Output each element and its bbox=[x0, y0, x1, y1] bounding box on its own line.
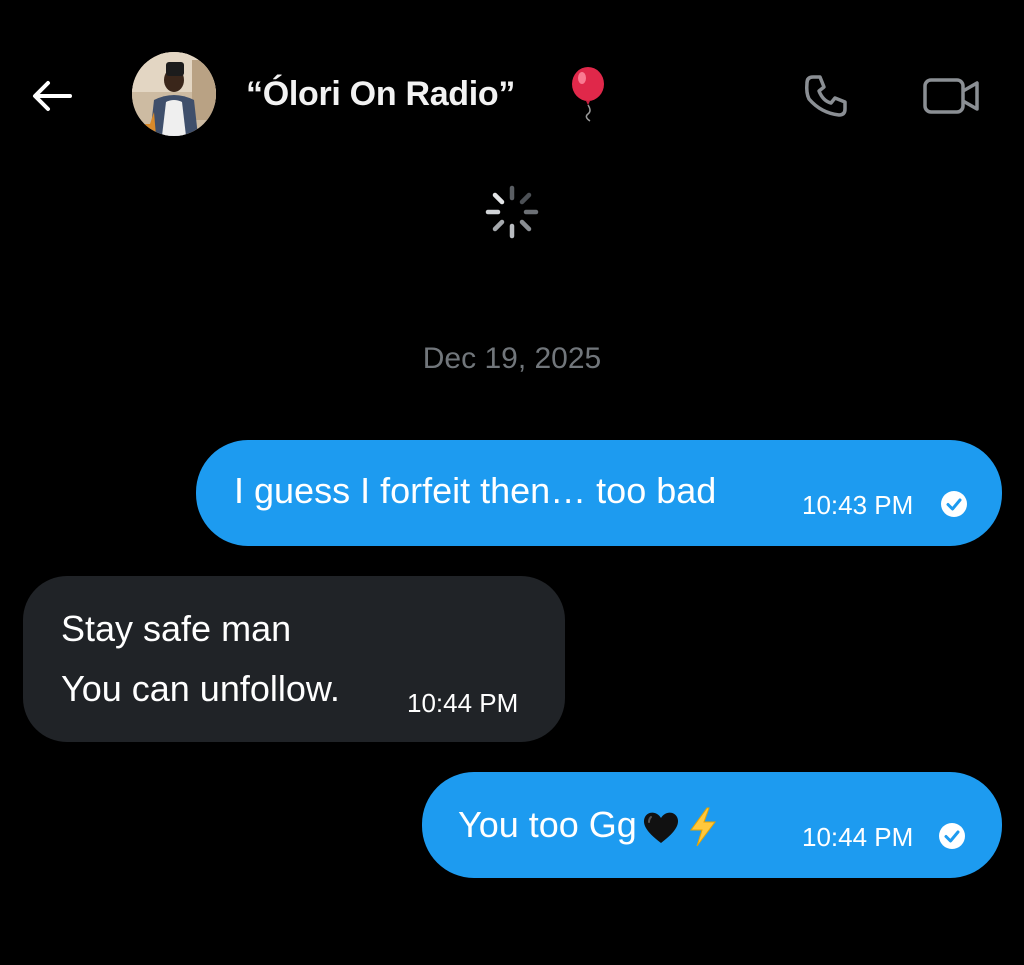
sent-message-bubble[interactable]: I guess I forfeit then… too bad 10:43 PM bbox=[196, 440, 1002, 546]
lightning-icon bbox=[689, 807, 716, 847]
message-text-line: You can unfollow. bbox=[61, 668, 340, 709]
back-button[interactable] bbox=[26, 70, 78, 122]
back-arrow-icon bbox=[33, 81, 72, 111]
read-check-icon bbox=[939, 823, 965, 849]
black-heart-icon bbox=[643, 813, 678, 844]
message-text: You too Gg bbox=[458, 804, 637, 845]
loading-spinner-icon bbox=[485, 185, 539, 239]
conversation-header: “Ólori On Radio” bbox=[0, 0, 1024, 190]
date-separator: Dec 19, 2025 bbox=[422, 342, 602, 375]
call-button[interactable] bbox=[798, 70, 854, 122]
received-message-bubble[interactable]: Stay safe man You can unfollow. 10:44 PM bbox=[23, 576, 565, 742]
conversation-title[interactable]: “Ólori On Radio” bbox=[246, 72, 515, 116]
read-check-icon bbox=[941, 491, 967, 517]
message-text: I guess I forfeit then… too bad bbox=[234, 470, 717, 511]
sent-message-bubble[interactable]: You too Gg 10:44 PM bbox=[422, 772, 1002, 878]
message-timestamp: 10:44 PM bbox=[407, 688, 519, 718]
message-timestamp: 10:43 PM bbox=[802, 490, 914, 520]
message-text-line: Stay safe man bbox=[61, 608, 292, 649]
message-content: You too Gg bbox=[458, 804, 721, 848]
message-timestamp: 10:44 PM bbox=[802, 822, 914, 852]
video-camera-icon bbox=[923, 78, 979, 114]
video-call-button[interactable] bbox=[918, 70, 984, 122]
profile-avatar[interactable] bbox=[132, 52, 216, 136]
balloon-icon bbox=[572, 67, 604, 122]
avatar-photo bbox=[132, 52, 216, 136]
phone-icon bbox=[805, 75, 847, 117]
